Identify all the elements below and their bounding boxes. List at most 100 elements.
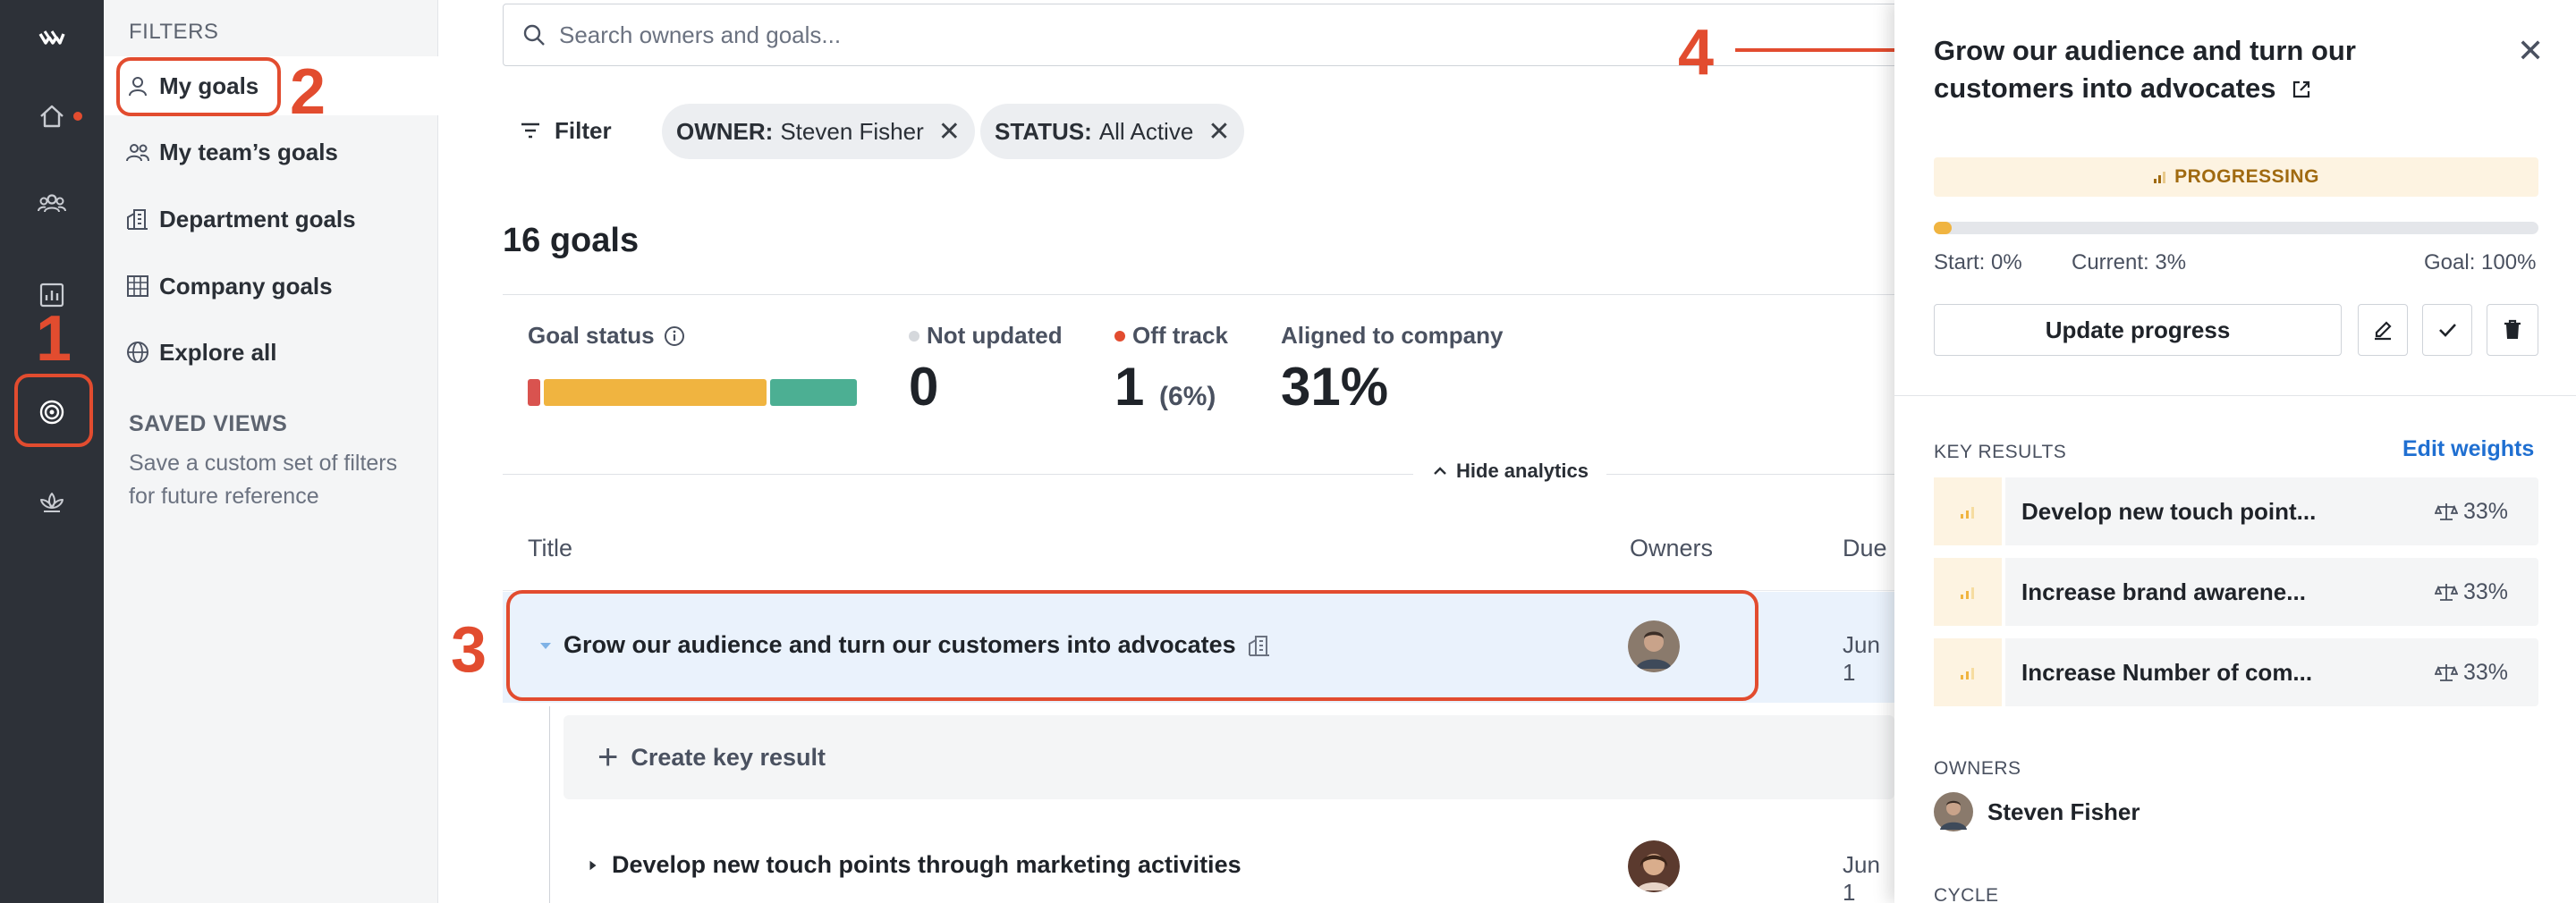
remove-chip-icon[interactable]: ✕ <box>938 116 961 148</box>
logo-icon[interactable] <box>0 7 104 70</box>
annotation-number-3: 3 <box>451 614 487 686</box>
filter-label: Filter <box>555 116 612 144</box>
key-result-item[interactable]: Increase brand awarene... 33% <box>1934 558 2538 626</box>
owner-filter-chip[interactable]: OWNER: Steven Fisher ✕ <box>662 104 975 159</box>
signal-bars-icon <box>2154 172 2166 183</box>
sidebar-item-label: Company goals <box>159 272 333 300</box>
key-result-weight: 33% <box>2435 499 2508 525</box>
goal-detail-panel: Grow our audience and turn our customers… <box>1894 0 2576 903</box>
complete-button[interactable] <box>2422 304 2472 356</box>
status-badge: PROGRESSING <box>1934 157 2538 197</box>
key-results-heading: KEY RESULTS <box>1934 442 2067 462</box>
avatar[interactable] <box>1628 620 1680 672</box>
sidebar-item-company-goals[interactable]: Company goals <box>104 257 438 316</box>
goal-status-text: Goal status <box>528 322 655 349</box>
progress-fill <box>1934 222 1953 234</box>
app-window: 1 FILTERS My goals 2 My team’s goals Dep… <box>0 0 2576 903</box>
chip-value: All Active <box>1098 117 1194 145</box>
edit-weights-link[interactable]: Edit weights <box>2402 436 2534 462</box>
owners-heading: OWNERS <box>1934 758 2021 779</box>
column-header-due[interactable]: Due <box>1843 535 1887 562</box>
column-header-title[interactable]: Title <box>528 535 572 562</box>
not-updated-label: Not updated <box>909 322 1063 350</box>
search-input[interactable] <box>559 21 1811 49</box>
key-result-name: Increase Number of com... <box>2021 658 2313 686</box>
filters-sidebar: FILTERS My goals 2 My team’s goals Depar… <box>104 0 438 903</box>
globe-icon <box>127 342 148 363</box>
off-track-percent: (6%) <box>1159 382 1216 411</box>
wellbeing-icon[interactable] <box>0 470 104 533</box>
due-date: Jun 1 <box>1843 851 1880 903</box>
scale-icon <box>2435 503 2458 520</box>
aligned-value: 31% <box>1281 357 1389 417</box>
progress-bar <box>1934 222 2538 234</box>
external-link-icon[interactable] <box>2291 79 2312 100</box>
avatar[interactable] <box>1628 840 1680 892</box>
key-result-name: Increase brand awarene... <box>2021 578 2306 605</box>
goal-status-bar[interactable] <box>528 379 858 406</box>
home-icon[interactable] <box>0 85 104 148</box>
key-result-item[interactable]: Increase Number of com... 33% <box>1934 638 2538 706</box>
key-result-name: Develop new touch point... <box>2021 497 2317 525</box>
people-icon[interactable] <box>0 173 104 235</box>
sidebar-item-my-teams-goals[interactable]: My team’s goals <box>104 122 438 181</box>
goal-row-title[interactable]: Grow our audience and turn our customers… <box>538 631 1272 659</box>
column-header-owners[interactable]: Owners <box>1630 535 1713 562</box>
hide-analytics-button[interactable]: Hide analytics <box>1413 460 1606 483</box>
key-result-item[interactable]: Develop new touch point... 33% <box>1934 477 2538 545</box>
status-filter-chip[interactable]: STATUS: All Active ✕ <box>980 104 1245 159</box>
update-progress-button[interactable]: Update progress <box>1934 304 2342 356</box>
sidebar-item-explore-all[interactable]: Explore all <box>104 323 438 382</box>
owner-name: Steven Fisher <box>1987 798 2140 825</box>
panel-goal-title[interactable]: Grow our audience and turn our customers… <box>1934 32 2488 107</box>
checkmark-icon <box>2439 324 2456 337</box>
owner-entry[interactable]: Steven Fisher <box>1934 792 2140 831</box>
goals-count: 16 goals <box>503 222 640 259</box>
aligned-label: Aligned to company <box>1281 322 1504 349</box>
sidebar-item-department-goals[interactable]: Department goals <box>104 190 438 249</box>
progress-current: Current: 3% <box>2072 250 2187 274</box>
analytics-divider <box>503 474 1894 475</box>
goals-main: Filter OWNER: Steven Fisher ✕ STATUS: Al… <box>438 0 1898 903</box>
create-key-result-label: Create key result <box>631 743 826 771</box>
progress-start: Start: 0% <box>1934 250 2022 274</box>
key-result-weight: 33% <box>2435 660 2508 686</box>
not-updated-text: Not updated <box>927 322 1063 349</box>
chevron-up-icon <box>1434 467 1446 475</box>
key-result-row-title[interactable]: Develop new touch points through marketi… <box>587 851 1241 879</box>
delete-button[interactable] <box>2487 304 2538 356</box>
caret-right-icon[interactable] <box>587 859 599 872</box>
not-updated-dot <box>909 330 919 342</box>
trash-icon <box>2504 319 2521 339</box>
signal-bars-icon <box>1934 638 2005 706</box>
caret-down-icon[interactable] <box>538 638 553 653</box>
off-track-dot <box>1114 330 1125 342</box>
remove-chip-icon[interactable]: ✕ <box>1208 116 1230 148</box>
filters-heading: FILTERS <box>129 20 219 44</box>
goal-status-label: Goal status <box>528 322 685 350</box>
off-track-label: Off track <box>1114 322 1228 350</box>
cycle-heading: CYCLE <box>1934 885 1999 903</box>
info-icon[interactable] <box>664 325 685 347</box>
create-key-result-button[interactable]: + Create key result <box>564 715 1894 799</box>
weight-text: 33% <box>2463 498 2509 524</box>
weight-text: 33% <box>2463 659 2509 685</box>
status-bar-segment <box>528 379 541 406</box>
icon-rail: 1 <box>0 0 104 903</box>
signal-bars-icon <box>1934 558 2005 626</box>
weight-text: 33% <box>2463 578 2509 604</box>
filter-button[interactable]: Filter <box>519 109 612 152</box>
close-icon[interactable]: ✕ <box>2517 32 2544 70</box>
edit-button[interactable] <box>2358 304 2408 356</box>
team-icon <box>126 144 149 162</box>
department-icon <box>1248 635 1269 656</box>
search-icon <box>523 24 545 46</box>
status-text: PROGRESSING <box>2174 166 2319 187</box>
sidebar-item-label: My team’s goals <box>159 138 338 165</box>
saved-views-heading: SAVED VIEWS <box>129 411 288 436</box>
progress-goal: Goal: 100% <box>2424 250 2537 274</box>
annotation-arrow <box>1735 42 1916 58</box>
divider <box>503 294 1894 295</box>
scale-icon <box>2435 664 2458 681</box>
off-track-count: 1 <box>1114 357 1145 417</box>
